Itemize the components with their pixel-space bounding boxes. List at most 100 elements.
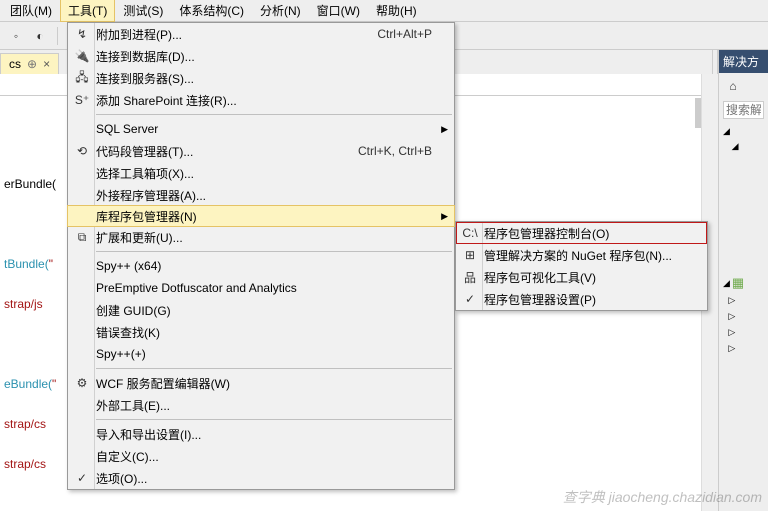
menu-item[interactable]: 创建 GUID(G) <box>68 299 454 321</box>
menu-team[interactable]: 团队(M) <box>2 0 60 22</box>
menu-item[interactable]: ✓选项(O)... <box>68 467 454 489</box>
menu-item[interactable]: 导入和导出设置(I)... <box>68 423 454 445</box>
menu-item[interactable]: ⧉扩展和更新(U)... <box>68 226 454 248</box>
menu-item-label: 库程序包管理器(N) <box>96 208 432 225</box>
menu-item[interactable]: 自定义(C)... <box>68 445 454 467</box>
menu-item-icon: S⁺ <box>68 93 96 107</box>
menu-item-icon: ✓ <box>456 292 484 306</box>
menu-item[interactable]: 🖧连接到服务器(S)... <box>68 67 454 89</box>
menu-item-icon: ↯ <box>68 27 96 41</box>
menu-item-label: 程序包管理器设置(P) <box>484 291 685 308</box>
menu-item-label: 创建 GUID(G) <box>96 302 432 319</box>
expand-icon: ▷ <box>728 343 735 354</box>
menu-item[interactable]: SQL Server ▶ <box>68 118 454 140</box>
menu-analyze[interactable]: 分析(N) <box>252 0 309 22</box>
menu-item-icon: ⧉ <box>68 230 96 245</box>
menu-separator <box>96 368 452 369</box>
solution-search-input[interactable] <box>723 101 764 119</box>
menu-item-label: WCF 服务配置编辑器(W) <box>96 375 432 392</box>
menu-item[interactable]: Spy++ (x64) <box>68 255 454 277</box>
menu-item[interactable]: 品程序包可视化工具(V) <box>456 266 707 288</box>
menu-test[interactable]: 测试(S) <box>115 0 171 22</box>
menu-item[interactable]: PreEmptive Dotfuscator and Analytics <box>68 277 454 299</box>
menu-item[interactable]: 🔌连接到数据库(D)... <box>68 45 454 67</box>
menu-separator <box>96 419 452 420</box>
submenu-arrow-icon: ▶ <box>441 124 448 135</box>
menu-item[interactable]: ⊞管理解决方案的 NuGet 程序包(N)... <box>456 244 707 266</box>
expand-icon: ▷ <box>728 295 735 306</box>
tree-item[interactable]: ◢ <box>723 138 764 154</box>
solution-tree: ◢ ◢ ◢▦ ▷ ▷ ▷ ▷ <box>719 121 768 360</box>
tree-item[interactable]: ◢ <box>723 125 764 138</box>
menu-item[interactable]: ✓程序包管理器设置(P) <box>456 288 707 310</box>
menu-item-shortcut: Ctrl+K, Ctrl+B <box>338 144 432 158</box>
menu-item-shortcut: Ctrl+Alt+P <box>357 27 432 41</box>
tree-item[interactable]: ◢▦ <box>723 274 764 292</box>
menu-item[interactable]: 库程序包管理器(N)▶ <box>67 205 455 227</box>
menu-item-label: 代码段管理器(T)... <box>96 143 338 160</box>
menu-item-label: 程序包可视化工具(V) <box>484 269 685 286</box>
tools-dropdown-menu: ↯附加到进程(P)...Ctrl+Alt+P🔌连接到数据库(D)...🖧连接到服… <box>67 22 455 490</box>
menu-item-label: 扩展和更新(U)... <box>96 229 432 246</box>
menu-item[interactable]: 选择工具箱项(X)... <box>68 162 454 184</box>
tab-label: cs <box>9 57 21 71</box>
menu-item[interactable]: 外接程序管理器(A)... <box>68 184 454 206</box>
menu-separator <box>96 251 452 252</box>
menu-item-label: SQL Server <box>96 122 432 136</box>
menu-item-label: 选项(O)... <box>96 470 432 487</box>
solution-toolbar: ⌂ <box>719 73 768 99</box>
menu-item-icon: 🖧 <box>68 68 96 89</box>
solution-header: 解决方 <box>719 50 768 73</box>
menu-item-icon: 品 <box>456 269 484 286</box>
folder-icon: ▦ <box>732 275 744 291</box>
menu-item[interactable]: ⚙WCF 服务配置编辑器(W) <box>68 372 454 394</box>
menu-item-label: PreEmptive Dotfuscator and Analytics <box>96 281 432 295</box>
menu-item-label: 程序包管理器控制台(O) <box>484 225 685 242</box>
tree-item[interactable]: ▷ <box>723 340 764 356</box>
editor-tab[interactable]: cs ⊕ × <box>0 53 59 74</box>
menu-tools[interactable]: 工具(T) <box>60 0 115 22</box>
toolbar-separator <box>57 27 58 45</box>
menu-window[interactable]: 窗口(W) <box>309 0 368 22</box>
tab-close-icon[interactable]: × <box>43 57 50 71</box>
menu-item[interactable]: ↯附加到进程(P)...Ctrl+Alt+P <box>68 23 454 45</box>
expand-icon: ▷ <box>728 311 735 322</box>
menubar: 团队(M) 工具(T) 测试(S) 体系结构(C) 分析(N) 窗口(W) 帮助… <box>0 0 768 22</box>
menu-item-label: Spy++ (x64) <box>96 259 432 273</box>
menu-item[interactable]: ⟲代码段管理器(T)...Ctrl+K, Ctrl+B <box>68 140 454 162</box>
menu-item-label: Spy++(+) <box>96 347 432 361</box>
menu-item-label: 管理解决方案的 NuGet 程序包(N)... <box>484 247 685 264</box>
expand-icon: ▷ <box>728 327 735 338</box>
menu-item[interactable]: 外部工具(E)... <box>68 394 454 416</box>
menu-architecture[interactable]: 体系结构(C) <box>171 0 252 22</box>
solution-explorer: 解决方 ⌂ ◢ ◢ ◢▦ ▷ ▷ ▷ ▷ <box>718 50 768 511</box>
menu-item-label: 选择工具箱项(X)... <box>96 165 432 182</box>
menu-item-label: 错误查找(K) <box>96 324 432 341</box>
nav-forward-icon[interactable]: ◐ <box>30 26 50 46</box>
menu-item-label: 附加到进程(P)... <box>96 26 357 43</box>
menu-item[interactable]: 错误查找(K) <box>68 321 454 343</box>
tree-item[interactable]: ▷ <box>723 292 764 308</box>
collapse-icon: ◢ <box>723 278 730 289</box>
menu-item-icon: ⊞ <box>456 248 484 262</box>
tree-item[interactable]: ▷ <box>723 324 764 340</box>
menu-item-label: 添加 SharePoint 连接(R)... <box>96 92 432 109</box>
menu-item-icon: ⟲ <box>68 144 96 158</box>
menu-item[interactable]: S⁺添加 SharePoint 连接(R)... <box>68 89 454 111</box>
menu-item-icon: C:\ <box>456 226 484 240</box>
watermark: 查字典 jiaocheng.chazidian.com <box>563 487 762 507</box>
nav-back-icon[interactable]: ◦ <box>6 26 26 46</box>
tree-item[interactable]: ▷ <box>723 308 764 324</box>
menu-item-label: 连接到服务器(S)... <box>96 70 432 87</box>
sol-home-icon[interactable]: ⌂ <box>723 76 743 96</box>
collapse-icon: ◢ <box>723 126 730 137</box>
menu-item-label: 外部工具(E)... <box>96 397 432 414</box>
menu-item[interactable]: Spy++(+) <box>68 343 454 365</box>
menu-help[interactable]: 帮助(H) <box>368 0 425 22</box>
menu-item-label: 外接程序管理器(A)... <box>96 187 432 204</box>
menu-item-label: 导入和导出设置(I)... <box>96 426 432 443</box>
tab-pin-icon[interactable]: ⊕ <box>27 57 37 71</box>
solution-search-row <box>719 99 768 121</box>
editor-overview-ruler[interactable] <box>695 98 701 128</box>
menu-item[interactable]: C:\程序包管理器控制台(O) <box>456 222 707 244</box>
